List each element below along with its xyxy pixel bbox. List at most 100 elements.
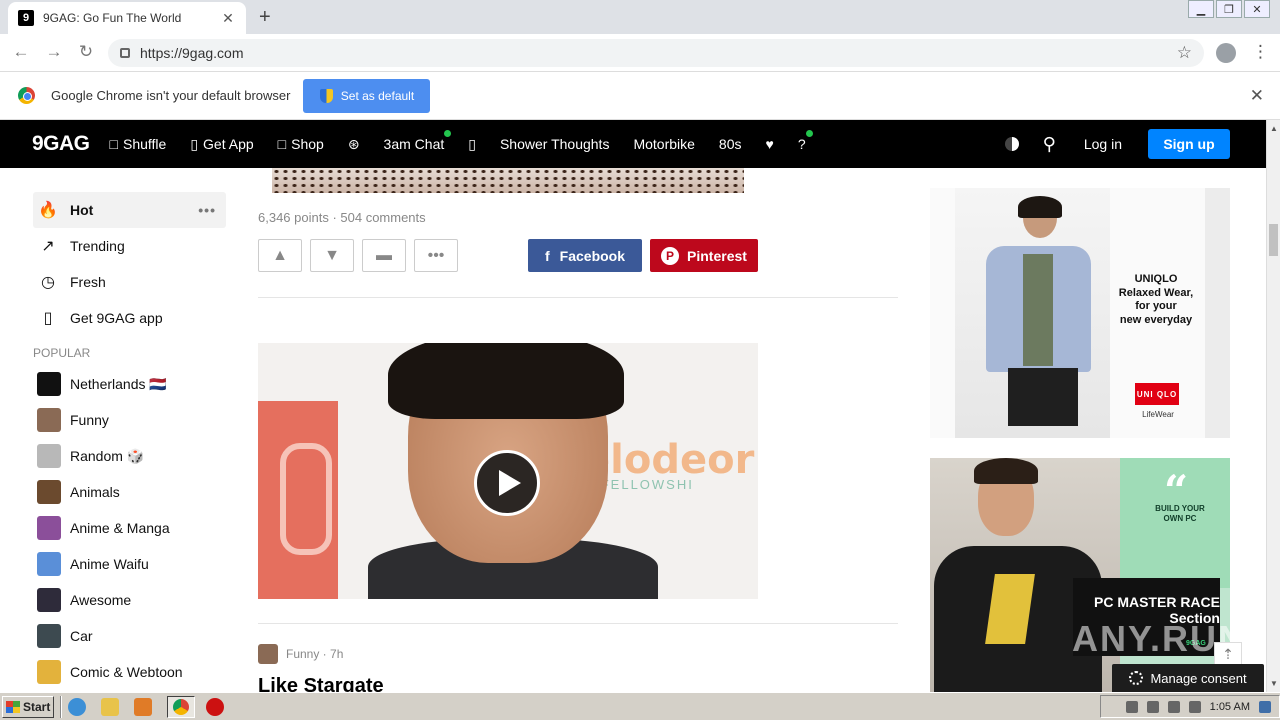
chrome-menu-icon[interactable]: ⋮ bbox=[1252, 42, 1269, 62]
dark-mode-icon[interactable] bbox=[1004, 137, 1019, 151]
nav-item-label: 80s bbox=[718, 136, 742, 152]
profile-avatar-icon[interactable] bbox=[1216, 43, 1236, 63]
ie-icon[interactable] bbox=[68, 697, 86, 716]
post-image[interactable] bbox=[272, 168, 744, 193]
post-stats[interactable]: 6,346 points · 504 comments bbox=[258, 210, 426, 225]
nav-item-shop[interactable]: □ Shop bbox=[278, 136, 324, 152]
login-link[interactable]: Log in bbox=[1084, 136, 1122, 152]
sidebar-item-popular[interactable]: Funny bbox=[33, 402, 226, 438]
nav-item-label: Shuffle bbox=[122, 136, 167, 152]
video-post[interactable]: elodeor G FELLOWSHI bbox=[258, 343, 758, 599]
scroll-thumb[interactable] bbox=[1269, 224, 1278, 256]
opera-icon[interactable] bbox=[206, 697, 224, 716]
left-sidebar: 🔥 Hot ••• ↗ Trending ◷ Fresh ▯ Get 9GAG … bbox=[33, 192, 226, 690]
new-tab-icon[interactable]: + bbox=[259, 6, 271, 29]
bookmark-star-icon[interactable]: ☆ bbox=[1177, 43, 1192, 63]
nav-item-icon-5[interactable]: ▯ bbox=[468, 136, 476, 153]
chrome-taskbar-button[interactable] bbox=[167, 695, 195, 718]
more-options-icon[interactable]: ••• bbox=[198, 202, 216, 218]
reload-icon[interactable]: ↻ bbox=[75, 42, 97, 62]
nav-item-shower-thoughts[interactable]: Shower Thoughts bbox=[500, 136, 609, 152]
ad-copy: UNIQLO Relaxed Wear, for your new everyd… bbox=[1118, 273, 1194, 326]
minimize-icon[interactable]: ▁ bbox=[1188, 0, 1214, 18]
sidebar-item-label: Awesome bbox=[70, 592, 132, 608]
scroll-down-icon[interactable]: ▼ bbox=[1270, 679, 1278, 688]
video-background-logo bbox=[258, 401, 338, 599]
network-icon[interactable] bbox=[1167, 700, 1180, 713]
nav-item-get-app[interactable]: ▯ Get App bbox=[190, 136, 253, 153]
tray-arrow-icon[interactable] bbox=[1125, 700, 1138, 713]
back-to-top-icon[interactable]: ⇡ bbox=[1214, 642, 1242, 666]
search-icon[interactable]: ⚲ bbox=[1043, 134, 1056, 155]
scroll-up-icon[interactable]: ▲ bbox=[1270, 124, 1278, 133]
downvote-button[interactable]: ▼ bbox=[310, 239, 354, 272]
manage-consent-button[interactable]: Manage consent bbox=[1112, 664, 1264, 692]
sidebar-item-trending[interactable]: ↗ Trending bbox=[33, 228, 226, 264]
back-icon[interactable]: ← bbox=[10, 42, 32, 62]
start-button[interactable]: Start bbox=[2, 695, 54, 718]
tab-close-icon[interactable]: ✕ bbox=[220, 10, 236, 27]
nav-item--[interactable]: ? bbox=[797, 130, 813, 152]
more-button[interactable]: ••• bbox=[414, 239, 458, 272]
header-nav: □ Shuffle ▯ Get App □ Shop ⊛ 3am Chat ▯ Shower Th… bbox=[110, 130, 830, 153]
window-controls: ▁ ❐ ✕ bbox=[1188, 0, 1270, 18]
sidebar-item-fresh[interactable]: ◷ Fresh bbox=[33, 264, 226, 300]
nav-item-icon-9[interactable]: ♥ bbox=[766, 136, 774, 152]
infobar-close-icon[interactable]: ✕ bbox=[1250, 86, 1264, 106]
facebook-label: Facebook bbox=[559, 247, 626, 264]
uniqlo-ad[interactable]: UNIQLO Relaxed Wear, for your new everyd… bbox=[930, 188, 1230, 438]
volume-icon[interactable] bbox=[1146, 700, 1159, 713]
section-thumbnail bbox=[37, 660, 61, 684]
sidebar-item-popular[interactable]: Awesome bbox=[33, 582, 226, 618]
explorer-folder-icon[interactable] bbox=[101, 697, 119, 716]
media-player-icon[interactable] bbox=[134, 697, 152, 716]
sidebar-item-get-app[interactable]: ▯ Get 9GAG app bbox=[33, 300, 226, 336]
pinterest-icon: P bbox=[661, 246, 680, 265]
nav-item-motorbike[interactable]: Motorbike bbox=[633, 136, 694, 152]
play-icon[interactable] bbox=[474, 450, 540, 516]
lock-icon[interactable] bbox=[120, 48, 130, 58]
sidebar-item-label: Funny bbox=[70, 412, 109, 428]
clock-icon: ◷ bbox=[41, 274, 55, 291]
sidebar-item-popular[interactable]: Car bbox=[33, 618, 226, 654]
nav-item-icon: ▯ bbox=[468, 135, 476, 152]
sidebar-item-popular[interactable]: Comic & Webtoon bbox=[33, 654, 226, 690]
sidebar-item-popular[interactable]: Anime Waifu bbox=[33, 546, 226, 582]
post-divider bbox=[258, 297, 898, 298]
notification-dot bbox=[444, 130, 452, 137]
section-avatar[interactable] bbox=[258, 644, 278, 664]
browser-tab[interactable]: 9 9GAG: Go Fun The World ✕ bbox=[8, 2, 246, 34]
sidebar-item-popular[interactable]: Anime & Manga bbox=[33, 510, 226, 546]
pinterest-share-button[interactable]: P Pinterest bbox=[650, 239, 758, 272]
address-bar[interactable]: https://9gag.com ☆ bbox=[108, 39, 1204, 67]
facebook-share-button[interactable]: f Facebook bbox=[528, 239, 642, 272]
9gag-logo[interactable]: 9GAG bbox=[32, 132, 90, 156]
restore-icon[interactable]: ❐ bbox=[1216, 0, 1242, 18]
section-thumbnail bbox=[37, 516, 61, 540]
nav-item-label: Get App bbox=[203, 136, 254, 152]
nav-item-3am-chat[interactable]: 3am Chat bbox=[384, 130, 452, 152]
nav-item-icon-3[interactable]: ⊛ bbox=[348, 136, 360, 153]
show-desktop-icon[interactable] bbox=[1259, 700, 1271, 713]
page-scrollbar[interactable]: ▲ ▼ bbox=[1266, 120, 1280, 692]
post-section-time[interactable]: Funny · 7h bbox=[286, 647, 343, 661]
signup-button[interactable]: Sign up bbox=[1148, 129, 1230, 159]
nav-item-label: ? bbox=[797, 136, 806, 152]
sidebar-item-popular[interactable]: Netherlands 🇳🇱 bbox=[33, 366, 226, 402]
sidebar-item-hot[interactable]: 🔥 Hot ••• bbox=[33, 192, 226, 228]
phone-icon: ▯ bbox=[43, 310, 53, 327]
sidebar-item-popular[interactable]: Random 🎲 bbox=[33, 438, 226, 474]
set-default-label: Set as default bbox=[340, 88, 415, 103]
set-as-default-button[interactable]: Set as default bbox=[303, 78, 431, 113]
upvote-button[interactable]: ▲ bbox=[258, 239, 302, 272]
nav-item-icon: ⊛ bbox=[347, 135, 360, 152]
section-thumbnail bbox=[37, 372, 61, 396]
sidebar-item-popular[interactable]: Animals bbox=[33, 474, 226, 510]
nav-item-80s[interactable]: 80s bbox=[719, 136, 742, 152]
flag-icon[interactable] bbox=[1188, 700, 1201, 713]
comment-button[interactable]: ▬ bbox=[362, 239, 406, 272]
taskbar-clock: 1:05 AM bbox=[1209, 700, 1250, 713]
nav-item-shuffle[interactable]: □ Shuffle bbox=[110, 136, 167, 152]
forward-icon[interactable]: → bbox=[43, 42, 65, 62]
close-window-icon[interactable]: ✕ bbox=[1244, 0, 1270, 18]
